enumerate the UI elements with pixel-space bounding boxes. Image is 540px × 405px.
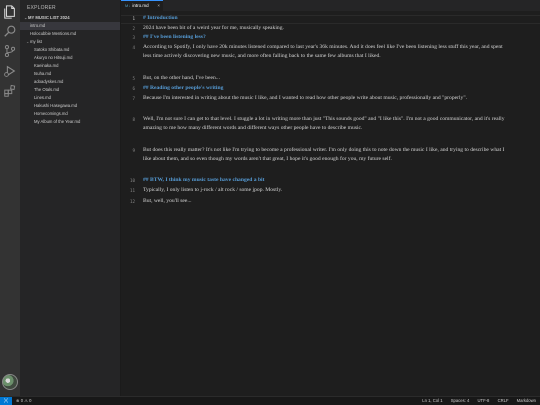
extensions-icon[interactable] (3, 84, 17, 98)
line-text[interactable]: # Introduction (143, 14, 511, 23)
file-item[interactable]: The Otals.md (20, 86, 120, 94)
file-label: Hakushi Hasegawa.md (34, 103, 78, 108)
source-control-icon[interactable] (3, 44, 17, 58)
warning-count: 0 (29, 398, 32, 403)
line-number: 5 (132, 76, 135, 81)
workspace-folder-header[interactable]: ⌄MY MUSIC LIST 2024 (20, 14, 120, 22)
explorer-sidebar: EXPLORER ⌄MY MUSIC LIST 2024 intro.md Ho… (20, 0, 121, 396)
warning-icon: ⚠ (24, 398, 28, 403)
line-text[interactable]: ## I've been listening less? (143, 33, 511, 42)
close-icon[interactable]: × (157, 1, 160, 11)
folder-item-my-list[interactable]: ⌄my list (20, 38, 120, 46)
file-item[interactable]: Homecomings.md (20, 110, 120, 118)
file-item[interactable]: Hakushi Hasegawa.md (20, 102, 120, 110)
file-label: Satoko Shibata.md (34, 47, 70, 52)
encoding[interactable]: UTF-8 (478, 398, 490, 403)
line-number: 11 (129, 188, 135, 193)
line-number: 12 (129, 199, 135, 204)
file-item[interactable]: Satoko Shibata.md (20, 46, 120, 54)
file-label: tsuha.md (34, 71, 52, 76)
explorer-title: EXPLORER (27, 5, 56, 11)
file-item[interactable]: Akuryo no Hitsuji.md (20, 54, 120, 62)
file-label: Lines.md (34, 95, 51, 100)
file-label: My Album of the Year.md (34, 119, 81, 124)
file-item-holocubbie[interactable]: Holocubbie Mentions.md (20, 30, 120, 38)
line-number: 1 (132, 16, 135, 21)
account-avatar[interactable] (2, 374, 18, 390)
search-icon[interactable] (3, 24, 17, 38)
line-number: 7 (132, 96, 135, 101)
line-ending[interactable]: CRLF (498, 398, 509, 403)
problems-indicator[interactable]: ⊗ 0 ⚠ 0 (16, 397, 31, 405)
editor-pane[interactable]: 1 # Introduction 2 2024 have been bit of… (121, 11, 540, 396)
error-count: 0 (20, 398, 24, 403)
file-label: The Otals.md (34, 87, 60, 92)
line-number: 10 (129, 178, 135, 183)
file-item[interactable]: tsuha.md (20, 70, 120, 78)
workspace-folder-label: MY MUSIC LIST 2024 (28, 15, 70, 20)
run-debug-icon[interactable] (3, 64, 17, 78)
language-mode[interactable]: Markdown (517, 398, 536, 403)
line-text[interactable]: But, on the other hand, I've been... (143, 74, 511, 83)
line-number: 6 (132, 86, 135, 91)
line-text[interactable]: Typically, I only listen to j-rock / alt… (143, 186, 511, 195)
line-number: 8 (132, 117, 135, 122)
file-label: Holocubbie Mentions.md (30, 31, 77, 36)
error-icon: ⊗ (16, 398, 20, 403)
tab-bar: M↓ intro.md × (121, 0, 540, 11)
line-text[interactable]: ## Reading other people's writing (143, 84, 511, 93)
file-label: adoadyskes.md (34, 79, 64, 84)
line-text[interactable]: Because I'm interested in writing about … (143, 94, 511, 103)
file-item-intro[interactable]: intro.md (20, 22, 120, 30)
file-item[interactable]: Kaeinaka.md (20, 62, 120, 70)
tab-label: intro.md (132, 3, 149, 8)
file-item[interactable]: Lines.md (20, 94, 120, 102)
activity-bar (0, 0, 20, 396)
status-bar: ⟩⟨ ⊗ 0 ⚠ 0 Ln 1, Col 1 Spaces: 4 UTF-8 C… (0, 396, 540, 405)
line-text[interactable]: 2024 have been bit of a weird year for m… (143, 24, 511, 33)
file-label: Homecomings.md (34, 111, 68, 116)
remote-icon[interactable]: ⟩⟨ (0, 397, 12, 405)
line-number: 3 (132, 35, 135, 40)
line-number: 9 (132, 148, 135, 153)
tab-intro-md[interactable]: M↓ intro.md × (121, 0, 163, 11)
file-item[interactable]: adoadyskes.md (20, 78, 120, 86)
files-icon[interactable] (3, 5, 17, 19)
file-label: intro.md (30, 23, 46, 28)
line-text[interactable]: ## BTW, I think my music taste have chan… (143, 176, 511, 185)
line-text[interactable]: But, well, you'll see... (143, 197, 511, 206)
line-number: 4 (132, 45, 135, 50)
line-text[interactable]: According to Spotify, I only have 20k mi… (143, 43, 511, 61)
line-number: 2 (132, 26, 135, 31)
line-text[interactable]: But does this really matter? It's not li… (143, 146, 511, 164)
file-item[interactable]: My Album of the Year.md (20, 118, 120, 126)
line-text[interactable]: Well, I'm not sure I can get to that lev… (143, 115, 511, 133)
markdown-icon: M↓ (125, 3, 131, 8)
indentation[interactable]: Spaces: 4 (451, 398, 470, 403)
folder-label: my list (30, 39, 42, 44)
file-label: Akuryo no Hitsuji.md (34, 55, 73, 60)
file-label: Kaeinaka.md (34, 63, 59, 68)
cursor-position[interactable]: Ln 1, Col 1 (422, 398, 442, 403)
